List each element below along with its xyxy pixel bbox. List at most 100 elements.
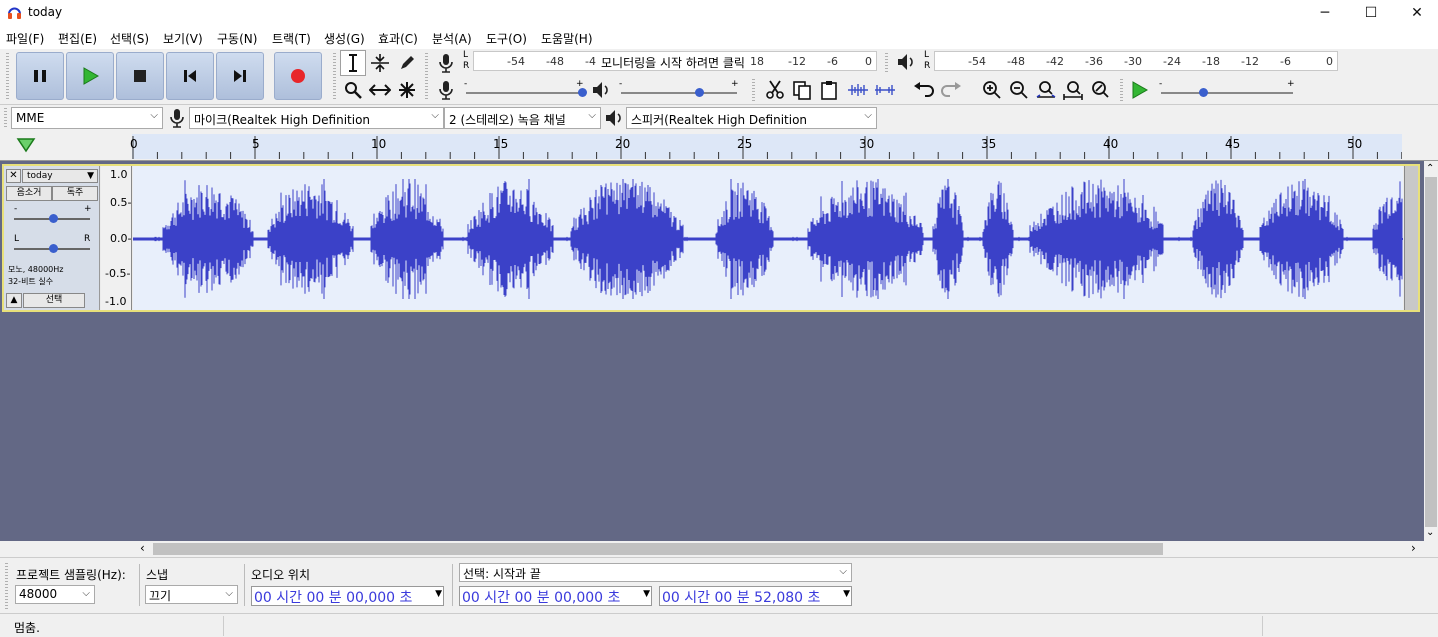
selection-mode-select[interactable]: 선택: 시작과 끝 ⌵ [459,563,852,582]
toolbar-grip[interactable] [425,53,428,101]
menu-edit[interactable]: 편집(E) [58,30,97,47]
slider-min-label: - [464,79,468,89]
multi-tool[interactable] [394,77,420,103]
slider-thumb[interactable] [695,88,704,97]
pause-button[interactable] [16,52,64,100]
menu-tracks[interactable]: 트랙(T) [272,30,311,47]
close-button[interactable]: ✕ [1394,0,1438,25]
selection-end-field[interactable]: 00 시간 00 분 52,080 초 ▼ [659,586,852,606]
cut-button[interactable] [762,77,788,103]
recording-channels-select[interactable]: 2 (스테레오) 녹음 채널 ⌵ [444,107,601,129]
recording-volume-slider[interactable]: - + [462,79,588,99]
toolbar-grip[interactable] [333,53,336,101]
magnifier-icon [345,82,362,99]
menu-effect[interactable]: 효과(C) [378,30,418,47]
selection-start-field[interactable]: 00 시간 00 분 00,000 초 ▼ [459,586,652,606]
project-rate-select[interactable]: 48000 ⌵ [15,585,95,604]
menu-select[interactable]: 선택(S) [110,30,149,47]
speaker-icon[interactable] [896,53,916,71]
redo-button[interactable] [938,77,964,103]
record-button[interactable] [274,52,322,100]
play-button[interactable] [66,52,114,100]
horizontal-scrollbar[interactable]: ‹ › [0,541,1438,557]
track-close-button[interactable]: ✕ [6,169,21,183]
scroll-right-icon[interactable]: › [1411,541,1416,555]
vertical-ruler[interactable]: 1.0 0.5- 0.0- -0.5- -1.0 [101,166,132,310]
play-tick: 0 [1326,55,1333,68]
menu-analyze[interactable]: 분석(A) [432,30,472,47]
zoom-in-button[interactable] [979,77,1005,103]
snap-select[interactable]: 끄기 ⌵ [145,585,238,604]
maximize-button[interactable]: ☐ [1348,0,1394,25]
audio-host-select[interactable]: MME ⌵ [11,107,163,129]
project-rate-value: 48000 [19,587,58,601]
collapse-track-button[interactable]: ▲ [6,293,22,308]
track-area[interactable]: ✕ today ▼ 음소거 독주 - + L R 모노, 48000Hz 32-… [0,161,1424,541]
menu-transport[interactable]: 구동(N) [217,30,257,47]
waveform-display[interactable] [132,166,1403,310]
recording-device-select[interactable]: 마이크(Realtek High Definition ⌵ [189,107,444,129]
menu-help[interactable]: 도움말(H) [541,30,593,47]
slider-thumb[interactable] [49,244,58,253]
stop-button[interactable] [116,52,164,100]
silence-button[interactable] [872,77,898,103]
scrollbar-thumb[interactable] [1425,177,1437,527]
vertical-scrollbar[interactable]: ⌃ ⌄ [1424,161,1438,541]
track-resize-bar[interactable] [1404,166,1418,310]
scrollbar-thumb[interactable] [153,543,1163,555]
mute-button[interactable]: 음소거 [6,186,52,201]
track-format-info: 모노, 48000Hz [8,265,64,274]
menu-tools[interactable]: 도구(O) [486,30,527,47]
toolbar-grip[interactable] [6,53,9,101]
scroll-up-icon[interactable]: ⌃ [1426,163,1434,174]
copy-button[interactable] [789,77,815,103]
skip-start-button[interactable] [166,52,214,100]
solo-button[interactable]: 독주 [52,186,98,201]
playback-meter[interactable]: -54 -48 -42 -36 -30 -24 -18 -12 -6 0 [934,51,1338,71]
audio-track[interactable]: ✕ today ▼ 음소거 독주 - + L R 모노, 48000Hz 32-… [2,164,1420,312]
time-shift-tool[interactable] [367,77,393,103]
pan-slider[interactable]: L R [12,234,92,254]
track-name-menu[interactable]: today ▼ [22,169,98,183]
toolbar-grip[interactable] [1120,79,1123,101]
gain-slider[interactable]: - + [12,204,92,224]
track-select-button[interactable]: 선택 [23,293,85,308]
selection-tool[interactable] [340,50,366,76]
fit-project-button[interactable] [1060,77,1086,103]
paste-button[interactable] [816,77,842,103]
trim-button[interactable] [845,77,871,103]
toolbar-grip[interactable] [752,79,755,101]
menu-file[interactable]: 파일(F) [6,30,44,47]
menu-generate[interactable]: 생성(G) [324,30,365,47]
trim-audio-icon [848,84,868,96]
envelope-tool[interactable] [367,50,393,76]
zoom-toggle-button[interactable] [1087,77,1113,103]
zoom-out-button[interactable] [1006,77,1032,103]
toolbar-grip[interactable] [4,108,7,128]
microphone-icon[interactable] [437,53,455,73]
play-speed-slider[interactable]: - + [1157,79,1297,99]
pin-head-icon[interactable] [16,136,36,154]
play-at-speed-button[interactable] [1126,77,1152,103]
undo-button[interactable] [911,77,937,103]
audio-position-field[interactable]: 00 시간 00 분 00,000 초 ▼ [251,586,444,606]
slider-thumb[interactable] [49,214,58,223]
skip-end-button[interactable] [216,52,264,100]
ruler-label: 25 [737,137,753,151]
toolbar-grip[interactable] [885,53,888,73]
speaker-icon [593,82,608,98]
scroll-down-icon[interactable]: ⌄ [1426,527,1434,538]
playback-volume-slider[interactable]: - + [617,79,743,99]
minimize-button[interactable]: ─ [1302,0,1348,25]
timeline-ruler[interactable]: 0 5 10 15 20 25 30 35 40 45 50 [0,131,1438,161]
toolbar-grip[interactable] [5,563,8,609]
scroll-left-icon[interactable]: ‹ [140,541,145,555]
zoom-tool[interactable] [340,77,366,103]
slider-thumb[interactable] [1199,88,1208,97]
slider-thumb[interactable] [578,88,587,97]
menu-view[interactable]: 보기(V) [163,30,203,47]
draw-tool[interactable] [394,50,420,76]
record-meter[interactable]: -54 -48 -4 모니터링을 시작 하려면 클릭 18 -12 -6 0 [473,51,877,71]
fit-selection-button[interactable] [1033,77,1059,103]
playback-device-select[interactable]: 스피커(Realtek High Definition ⌵ [626,107,877,129]
